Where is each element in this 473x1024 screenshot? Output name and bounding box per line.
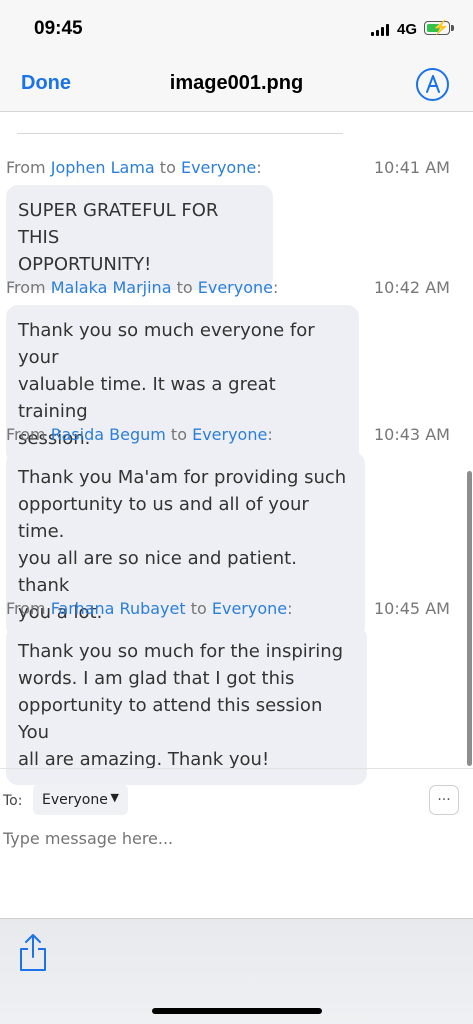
sender-name[interactable]: Farhana Rubayet [51,599,186,618]
message-bubble: Thank you so much for the inspiring word… [6,626,367,785]
message-header: From Farhana Rubayet to Everyone: [6,599,293,618]
recipient-name[interactable]: Everyone [192,425,267,444]
sender-name[interactable]: Jophen Lama [51,158,155,177]
colon: : [287,599,293,618]
message-line: opportunity to us and all of your time. [18,494,309,542]
from-label: From [6,158,51,177]
markup-pen-icon[interactable] [416,68,449,101]
share-icon[interactable] [18,933,48,973]
sender-name[interactable]: Rasida Begum [51,425,166,444]
bottom-toolbar [0,918,473,1024]
from-label: From [6,278,51,297]
recipient-name[interactable]: Everyone [212,599,287,618]
colon: : [267,425,273,444]
message-line: you all are so nice and patient. thank [18,548,297,596]
message-time: 10:45 AM [374,599,450,618]
to-label: to [171,278,198,297]
chevron-down-icon: ▼ [110,791,119,804]
message-time: 10:43 AM [374,425,450,444]
message-line: words. I am glad that I got this [18,668,295,689]
home-indicator[interactable] [152,1008,322,1014]
divider [17,133,343,134]
message-header: From Rasida Begum to Everyone: [6,425,273,444]
to-label: To: [3,793,23,809]
message-line: opportunity to attend this session You [18,695,323,743]
navigation-bar: Done image001.png [0,60,473,112]
from-label: From [6,599,51,618]
message-line: SUPER GRATEFUL FOR THIS [18,200,219,248]
message-header: From Jophen Lama to Everyone: [6,158,262,177]
message-time: 10:42 AM [374,278,450,297]
charging-bolt-icon: ⚡ [432,19,450,35]
message-bubble: SUPER GRATEFUL FOR THIS OPPORTUNITY! [6,185,273,290]
message-line: valuable time. It was a great training [18,374,276,422]
status-time: 09:45 [34,18,83,39]
chat-transcript[interactable]: From Jophen Lama to Everyone: 10:41 AM S… [0,113,473,918]
colon: : [272,278,279,297]
page-title: image001.png [169,72,304,94]
message-line: Thank you so much everyone for your [18,320,315,368]
recipient-name[interactable]: Everyone [198,278,273,297]
recipient-dropdown[interactable]: Everyone ▼ [33,784,128,815]
recipient-name[interactable]: Everyone [181,158,256,177]
recipient-dropdown-value: Everyone [42,791,108,808]
battery-cap [451,25,454,31]
compose-divider [0,768,473,769]
scrollbar[interactable] [467,471,472,766]
status-bar: 09:45 4G ⚡ [0,0,473,60]
message-header: From Malaka Marjina to Everyone: [6,278,278,297]
from-label: From [6,425,51,444]
more-options-button[interactable]: ··· [429,785,459,815]
message-line: Thank you so much for the inspiring [18,641,344,662]
to-label: to [165,425,193,444]
message-time: 10:41 AM [374,158,450,177]
message-input[interactable] [3,825,453,851]
cellular-signal-icon [371,24,391,36]
message-line: OPPORTUNITY! [18,254,152,275]
network-type: 4G [397,21,418,38]
to-label: to [185,599,212,618]
to-label: to [154,158,181,177]
colon: : [256,158,262,177]
sender-name[interactable]: Malaka Marjina [51,278,172,297]
message-line: Thank you Ma'am for providing such [18,467,347,488]
